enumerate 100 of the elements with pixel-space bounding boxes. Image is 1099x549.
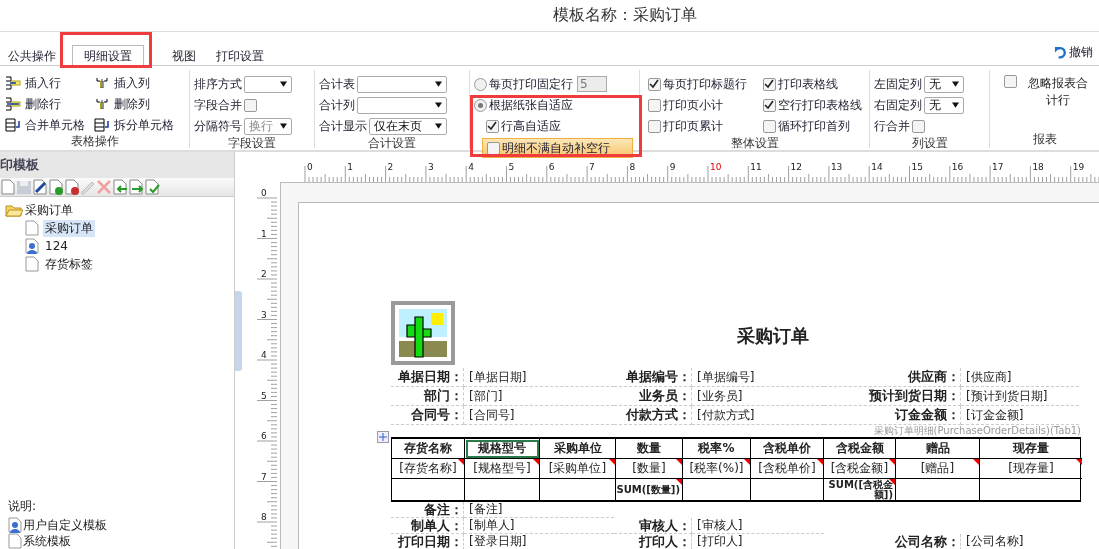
document-icon xyxy=(25,256,39,272)
folder-icon xyxy=(5,203,23,217)
tab[interactable]: 打印设置 xyxy=(212,45,268,65)
field-label: 订金金额： xyxy=(824,406,961,425)
checkbox[interactable] xyxy=(763,77,776,91)
field-label: 供应商： xyxy=(824,368,961,387)
caret-icon xyxy=(280,81,287,87)
data-field[interactable]: [部门] xyxy=(464,387,614,406)
checkbox[interactable] xyxy=(648,77,661,91)
checkbox-label: 空行打印表格线 xyxy=(778,96,862,114)
dropdown[interactable]: 仅在末页 xyxy=(369,117,447,135)
table-cell: [税率(%)] xyxy=(683,459,751,479)
splitter-handle[interactable] xyxy=(235,290,242,371)
radio-label: 根据纸张自适应 xyxy=(489,96,573,114)
checkbox[interactable] xyxy=(912,119,925,133)
checkbox[interactable] xyxy=(487,141,500,155)
toolbar-button[interactable]: 拆分单元格 xyxy=(93,117,174,133)
row-arrow-icon xyxy=(4,96,22,112)
document-check-icon[interactable] xyxy=(48,179,64,195)
data-field[interactable]: [登录日期] xyxy=(464,534,614,549)
data-field[interactable]: [合同号] xyxy=(464,406,614,425)
column-header: 含税单价 xyxy=(751,439,824,459)
data-field[interactable]: [供应商] xyxy=(961,368,1079,387)
caret-icon xyxy=(952,102,959,108)
cross-icon[interactable] xyxy=(96,179,112,195)
data-field[interactable]: [预计到货日期] xyxy=(961,387,1079,406)
tree-item[interactable]: 124 xyxy=(43,239,70,253)
tree-item[interactable]: 采购订单 xyxy=(43,219,95,237)
field-label: 审核人： xyxy=(614,518,692,534)
toolbar-button[interactable]: 删除行 xyxy=(4,96,85,112)
data-field[interactable]: [备注] xyxy=(464,502,614,518)
column-header: 税率% xyxy=(683,439,751,459)
data-field[interactable]: [公司名称] xyxy=(961,534,1079,549)
document-icon xyxy=(25,220,39,236)
document-delete-icon[interactable] xyxy=(64,179,80,195)
dropdown[interactable] xyxy=(357,75,447,93)
data-field[interactable]: [单据编号] xyxy=(692,368,824,387)
field-label: 字段合并 xyxy=(194,96,242,114)
table-cell: [含税单价] xyxy=(751,459,824,479)
field-label: 打印人： xyxy=(614,534,692,549)
tab[interactable]: 公共操作 xyxy=(4,45,60,65)
data-field[interactable]: [订金金额] xyxy=(961,406,1079,425)
data-field[interactable]: [制单人] xyxy=(464,518,614,534)
field-label: 合同号： xyxy=(391,406,464,425)
checkbox-label: 打印页累计 xyxy=(663,117,723,135)
document-left-arrow-icon[interactable] xyxy=(112,179,128,195)
field-label: 部门： xyxy=(391,387,464,406)
group-title: 表格操作 xyxy=(69,133,120,150)
toolbar-button[interactable]: 插入列 xyxy=(93,75,174,91)
document-title: 采购订单 xyxy=(736,324,810,348)
tree-item[interactable]: 采购订单 xyxy=(5,201,234,219)
undo-button[interactable]: 撤销 xyxy=(1054,44,1093,61)
field-label: 预计到货日期： xyxy=(824,387,961,406)
dropdown[interactable]: 无 xyxy=(924,96,964,114)
group-title: 整体设置 xyxy=(729,135,780,152)
table-arrow-icon xyxy=(93,117,111,133)
field-label: 分隔符号 xyxy=(194,117,242,135)
data-field[interactable]: [单据日期] xyxy=(464,368,614,387)
edit-document-icon[interactable] xyxy=(32,179,48,195)
cactus-picture xyxy=(391,300,455,366)
caret-icon xyxy=(952,81,959,87)
toolbar-button[interactable]: 插入行 xyxy=(4,75,85,91)
dropdown[interactable] xyxy=(357,96,447,114)
document-right-arrow-icon[interactable] xyxy=(128,179,144,195)
field-label: 单据日期： xyxy=(391,368,464,387)
checkbox[interactable] xyxy=(763,98,776,112)
checkbox[interactable] xyxy=(648,119,661,133)
field-label: 行合并 xyxy=(874,117,910,135)
radio-button[interactable] xyxy=(474,98,487,112)
group-title: 报表 xyxy=(1031,131,1058,148)
data-field[interactable]: [打印人] xyxy=(692,534,824,549)
table-cell: [现存量] xyxy=(980,459,1082,479)
table-cell: SUM([含税金额]) xyxy=(824,479,896,500)
column-arrow-icon xyxy=(93,96,111,112)
horizontal-ruler: 0 1 2 3 4 5 6 7 8 9 10 11 12 13 14 15 16 17 18 19 xyxy=(280,160,1099,182)
checkbox[interactable] xyxy=(486,119,499,133)
move-handle-icon[interactable] xyxy=(377,431,389,443)
dropdown[interactable]: 无 xyxy=(924,75,964,93)
data-field[interactable]: [业务员] xyxy=(692,387,824,406)
toolbar-button[interactable]: 删除列 xyxy=(93,96,174,112)
data-field[interactable]: [付款方式] xyxy=(692,406,824,425)
checkbox[interactable] xyxy=(244,98,257,112)
dropdown[interactable] xyxy=(244,75,292,93)
field-label: 单据编号： xyxy=(614,368,692,387)
toolbar-button[interactable]: 合并单元格 xyxy=(4,117,85,133)
checkbox[interactable] xyxy=(763,119,776,133)
tab[interactable]: 明细设置 xyxy=(72,45,144,65)
document-tick-icon[interactable] xyxy=(144,179,160,195)
radio-label: 每页打印固定行 xyxy=(489,75,573,93)
table-cell: [数量] xyxy=(616,459,683,479)
checkbox[interactable] xyxy=(648,98,661,112)
vertical-ruler: 0 1 2 3 4 5 6 7 8 xyxy=(243,182,280,549)
checkbox-label: 打印页小计 xyxy=(663,96,723,114)
table-cell: [含税金额] xyxy=(824,459,896,479)
tree-item[interactable]: 存货标签 xyxy=(43,255,95,273)
data-field[interactable]: [审核人] xyxy=(692,518,824,534)
group-title: 列设置 xyxy=(910,135,949,152)
checkbox[interactable] xyxy=(1004,75,1017,88)
checkbox-label: 忽略报表合计行 xyxy=(1027,75,1089,109)
tab[interactable]: 视图 xyxy=(168,45,200,65)
